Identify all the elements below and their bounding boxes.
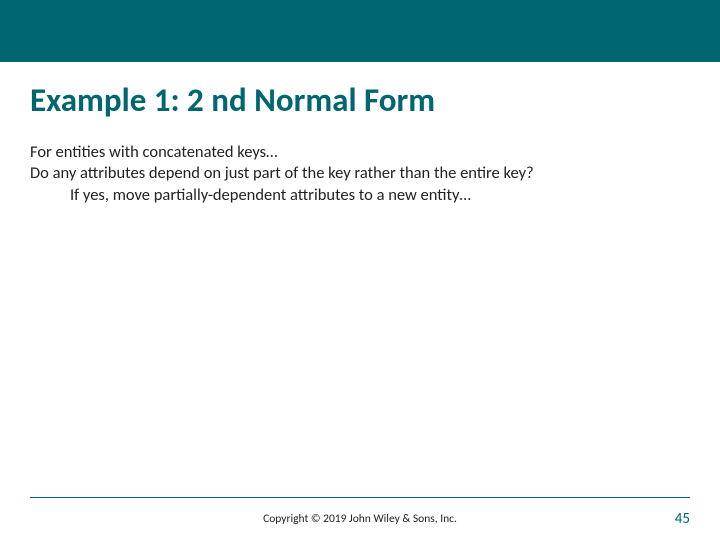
page-number: 45 [675,510,690,528]
body-line-1: For entities with concatenated keys… [30,142,690,163]
footer: Copyright © 2019 John Wiley & Sons, Inc.… [0,498,720,540]
body-line-2: Do any attributes depend on just part of… [30,163,690,184]
slide-title: Example 1: 2 nd Normal Form [30,80,690,120]
header-bar [0,0,720,62]
body-text: For entities with concatenated keys… Do … [30,142,690,206]
slide-content: Example 1: 2 nd Normal Form For entities… [0,62,720,206]
body-line-3: If yes, move partially-dependent attribu… [30,185,690,206]
copyright-text: Copyright © 2019 John Wiley & Sons, Inc. [263,512,457,526]
